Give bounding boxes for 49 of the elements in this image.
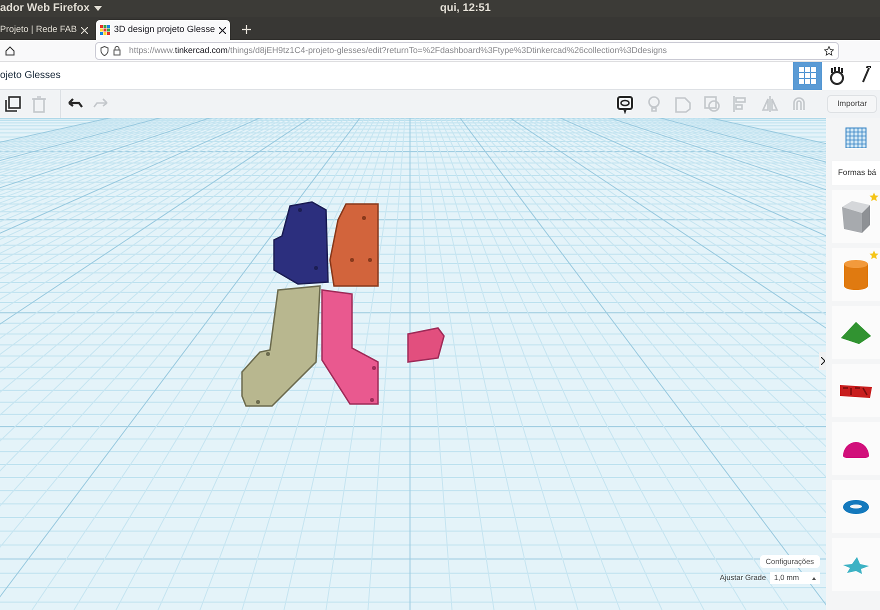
shape-tile[interactable] [832,190,880,243]
half-sphere-shape-icon [842,440,870,458]
design-title[interactable]: ojeto Glesses [0,68,793,83]
box-shape-icon [840,198,872,234]
notes-icon [614,94,635,114]
hinge-block-3d-part[interactable] [407,327,445,363]
pencil-icon [860,66,870,86]
url-field[interactable]: https://www.tinkercad.com/things/d8jEH9tz1C4-projeto-glesses/edit?returnTo=%2Fdashboard%3Ftype%3Dtinkercad%26collection%3Ddesigns [95,42,839,60]
tab-title: 3D design projeto Glesse [114,23,215,36]
grid-icon [798,66,816,84]
shape-tile[interactable] [832,306,880,359]
shield-icon [100,46,109,56]
browser-tab[interactable]: Projeto | Rede FAB [0,20,92,40]
temple-arm-3d-part[interactable] [241,285,321,407]
shape-category-dropdown[interactable]: Formas bá [832,161,880,185]
casing-3d-part[interactable] [329,203,379,287]
chevron-icon [820,357,824,365]
tab-title: Projeto | Rede FAB [0,23,77,36]
panel-toggle[interactable] [819,352,826,370]
mirror-icon [760,94,780,114]
shape-tile[interactable] [832,248,880,301]
shape-tile[interactable] [832,538,880,591]
star-shape-icon [842,556,870,574]
app-menu[interactable]: ador Web Firefox [0,0,90,17]
home-icon[interactable] [5,46,15,56]
casing-3d-part[interactable] [273,201,329,285]
lock-icon [113,46,121,56]
workplane-icon[interactable] [845,126,867,148]
import-button[interactable]: Importar [827,95,877,113]
temple-arm-3d-part[interactable] [321,289,379,405]
copy-icon [3,94,23,114]
shape-tile[interactable] [832,364,880,417]
clock-text: qui, 12:51 [440,1,491,16]
browser-tab[interactable]: 3D design projeto Glesse [96,20,230,40]
shape-tile[interactable] [832,422,880,475]
shape-tile[interactable] [832,480,880,533]
url-text: https://www.tinkercad.com/things/d8jEH9tz1C4-projeto-glesses/edit?returnTo=%2Fdashboard%3Ftype%3Dtinkercad%26collection%3Ddesigns [129,44,668,57]
solid-icon [672,94,693,114]
caret-icon [94,6,102,12]
caret-icon [812,576,816,580]
close-icon[interactable] [218,26,226,34]
hole-icon [702,94,722,114]
bookmark-star-icon[interactable] [824,46,834,56]
new-tab-icon[interactable] [242,25,251,34]
site-logo-icon [100,25,110,35]
cylinder-shape-icon [843,258,869,290]
delete-icon [29,94,49,114]
roof-shape-icon [840,320,872,346]
torus-shape-icon [842,498,870,514]
